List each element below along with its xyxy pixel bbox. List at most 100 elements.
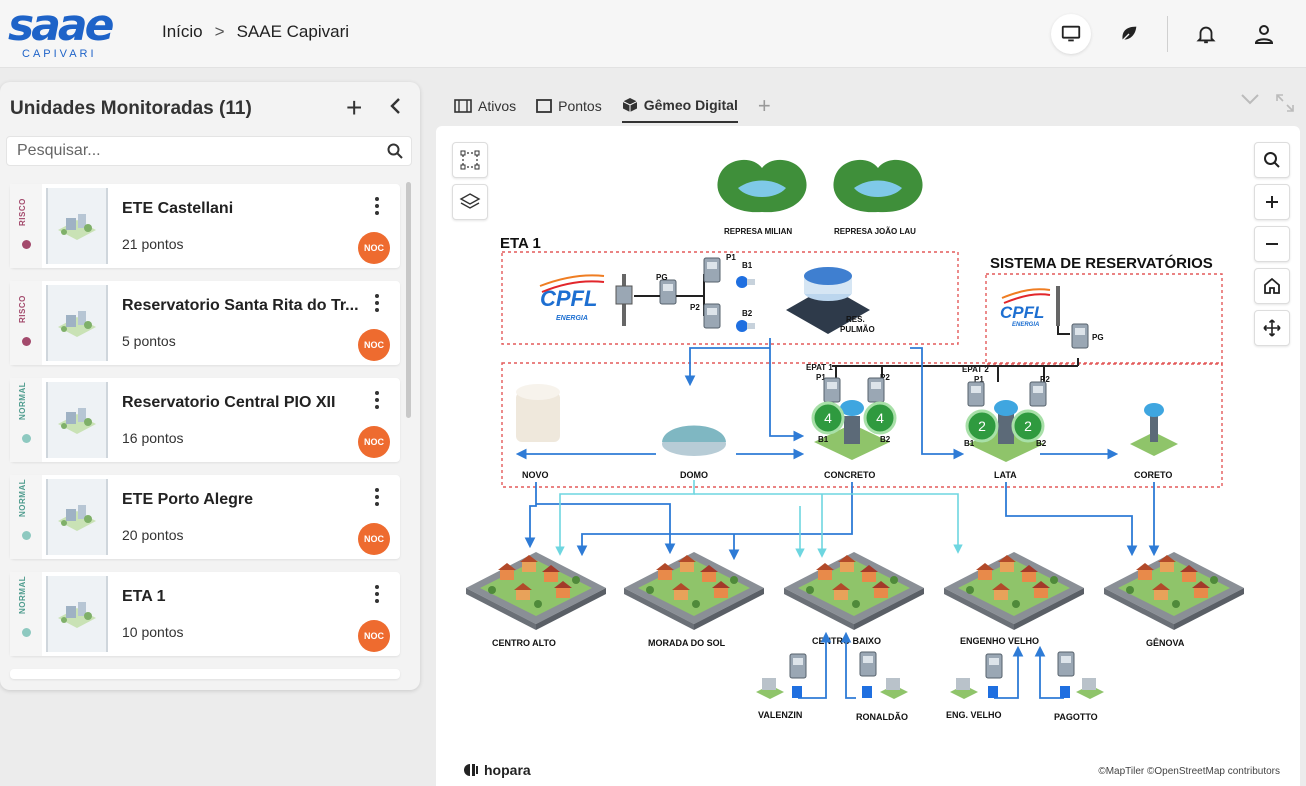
monitored-units-panel: Unidades Monitoradas (11) + RISCO ETE Ca… xyxy=(0,82,420,690)
unit-menu-button[interactable] xyxy=(374,293,380,318)
kebab-menu-icon xyxy=(375,585,379,603)
unit-card-partial[interactable] xyxy=(10,669,400,679)
hopara-logo-icon xyxy=(464,764,478,776)
noc-badge[interactable]: NOC xyxy=(358,523,390,555)
genova-label: GÊNOVA xyxy=(1146,637,1185,648)
monitor-icon xyxy=(1061,25,1081,42)
pagotto-label: PAGOTTO xyxy=(1054,712,1098,722)
morada-do-sol-label: MORADA DO SOL xyxy=(648,638,726,648)
add-unit-button[interactable]: + xyxy=(346,94,362,122)
view-tabs: Ativos Pontos Gêmeo Digital + xyxy=(454,88,771,124)
list-scrollbar[interactable] xyxy=(406,182,411,418)
represa-milian-label: REPRESA MILIAN xyxy=(724,227,792,236)
kebab-menu-icon xyxy=(375,488,379,506)
noc-badge[interactable]: NOC xyxy=(358,232,390,264)
ronaldao-label: RONALDÃO xyxy=(856,712,908,722)
monitor-button[interactable] xyxy=(1051,14,1091,54)
notifications-button[interactable] xyxy=(1186,14,1226,54)
town-morada-do-sol xyxy=(624,552,764,630)
domo-tank-graphic xyxy=(662,425,726,456)
novo-tank-graphic xyxy=(516,384,560,442)
unit-point-count: 10 pontos xyxy=(122,624,184,640)
facility-thumbnail xyxy=(46,479,108,555)
status-label: NORMAL xyxy=(18,575,27,614)
search-box xyxy=(6,136,412,166)
facility-icon xyxy=(58,214,96,240)
top-icons xyxy=(1051,14,1284,54)
status-label: RISCO xyxy=(18,198,27,226)
status-dot xyxy=(22,337,31,346)
well-eng-velho xyxy=(950,653,1003,699)
p2-meter-eta xyxy=(703,303,721,329)
res-pulmao-label-2: PULMÃO xyxy=(840,325,875,334)
well-pagotto xyxy=(1057,651,1104,699)
breadcrumb-home[interactable]: Início xyxy=(162,22,203,42)
tab-gemeo-digital[interactable]: Gêmeo Digital xyxy=(621,89,738,123)
p2-label-eta: P2 xyxy=(690,303,700,312)
expand-icon[interactable] xyxy=(1274,92,1296,114)
unit-list: RISCO ETE Castellani 21 pontos NOC RISCO… xyxy=(10,184,400,679)
unit-name: Reservatorio Central PIO XII xyxy=(122,394,336,411)
logo-subtext: CAPIVARI xyxy=(22,48,97,60)
unit-card[interactable]: NORMAL ETE Porto Alegre 20 pontos NOC xyxy=(10,475,400,559)
cube-icon xyxy=(622,98,637,112)
breadcrumb-current: SAAE Capivari xyxy=(236,22,350,41)
facility-icon xyxy=(58,505,96,531)
concreto-p2-count: 4 xyxy=(876,410,884,426)
kebab-menu-icon xyxy=(375,391,379,409)
reservoir-system-title: SISTEMA DE RESERVATÓRIOS xyxy=(990,254,1213,272)
unit-point-count: 21 pontos xyxy=(122,236,184,252)
well-valenzin xyxy=(756,653,807,699)
status-dot xyxy=(22,628,31,637)
concreto-p1-count: 4 xyxy=(824,410,832,426)
user-button[interactable] xyxy=(1244,14,1284,54)
unit-menu-button[interactable] xyxy=(374,584,380,609)
leaf-button[interactable] xyxy=(1109,14,1149,54)
search-input[interactable] xyxy=(7,137,367,165)
coreto-tower-graphic xyxy=(1130,403,1178,456)
cpfl-sub-eta: ENERGIA xyxy=(556,315,588,322)
unit-menu-button[interactable] xyxy=(374,487,380,512)
unit-card[interactable]: NORMAL ETA 1 10 pontos NOC xyxy=(10,572,400,656)
tab-pontos[interactable]: Pontos xyxy=(536,89,602,123)
tab-label: Gêmeo Digital xyxy=(643,97,738,113)
noc-badge[interactable]: NOC xyxy=(358,426,390,458)
collapse-panel-button[interactable] xyxy=(388,96,402,121)
digital-twin-canvas[interactable]: ETA 1 SISTEMA DE RESERVATÓRIOS REPRESA M… xyxy=(436,126,1300,786)
panel-title: Unidades Monitoradas (11) xyxy=(10,98,252,119)
status-dot xyxy=(22,531,31,540)
domo-label: DOMO xyxy=(680,470,708,480)
facility-thumbnail xyxy=(46,576,108,652)
represa-joao-lau-graphic xyxy=(833,159,923,213)
unit-menu-button[interactable] xyxy=(374,390,380,415)
p1-meter-eta xyxy=(703,257,721,283)
hopara-brand[interactable]: hopara xyxy=(462,762,531,778)
saae-logo[interactable]: saae CAPIVARI xyxy=(8,0,128,62)
cpfl-logo-res: CPFL xyxy=(1000,303,1044,322)
unit-point-count: 20 pontos xyxy=(122,527,184,543)
noc-badge[interactable]: NOC xyxy=(358,329,390,361)
unit-card[interactable]: NORMAL Reservatorio Central PIO XII 16 p… xyxy=(10,378,400,462)
add-tab-button[interactable]: + xyxy=(758,93,771,119)
unit-name: ETA 1 xyxy=(122,588,166,605)
unit-card[interactable]: RISCO Reservatorio Santa Rita do Tr... 5… xyxy=(10,281,400,365)
centro-alto-label: CENTRO ALTO xyxy=(492,638,556,648)
unit-menu-button[interactable] xyxy=(374,196,380,221)
noc-badge[interactable]: NOC xyxy=(358,620,390,652)
cpfl-sub-res: ENERGIA xyxy=(1012,322,1039,328)
search-icon[interactable] xyxy=(387,143,403,159)
status-strip: RISCO xyxy=(10,184,42,268)
tab-ativos[interactable]: Ativos xyxy=(454,89,516,123)
hopara-text: hopara xyxy=(484,762,531,778)
chevron-down-icon[interactable] xyxy=(1240,92,1260,106)
map-attribution[interactable]: ©MapTiler ©OpenStreetMap contributors xyxy=(1098,766,1280,777)
lata-b2-label: B2 xyxy=(1036,439,1047,448)
pg-meter-res xyxy=(1071,323,1089,349)
engenho-velho-label: ENGENHO VELHO xyxy=(960,636,1039,646)
represa-joao-lau-label: REPRESA JOÃO LAU xyxy=(834,227,916,236)
unit-card[interactable]: RISCO ETE Castellani 21 pontos NOC xyxy=(10,184,400,268)
pg-label-res: PG xyxy=(1092,333,1104,342)
unit-name: ETE Castellani xyxy=(122,200,234,217)
b2-label-eta: B2 xyxy=(742,309,753,318)
window-controls xyxy=(1240,92,1296,114)
